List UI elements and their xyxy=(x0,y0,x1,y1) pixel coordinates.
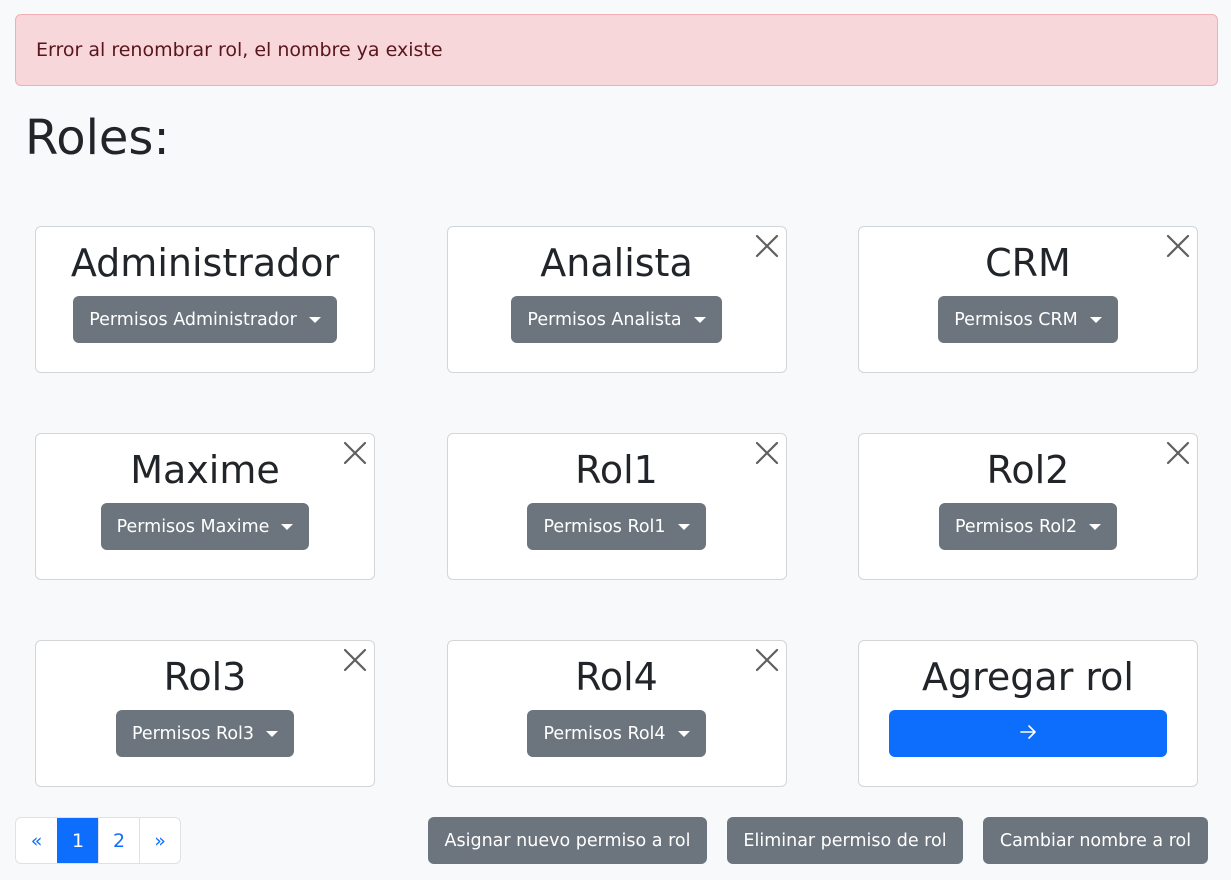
role-name: Rol3 xyxy=(163,655,247,699)
role-name: CRM xyxy=(985,241,1071,285)
permissions-dropdown-label: Permisos Maxime xyxy=(116,516,270,537)
add-role-card: Agregar rol xyxy=(858,640,1198,787)
caret-down-icon xyxy=(1089,316,1102,323)
rename-role-button[interactable]: Cambiar nombre a rol xyxy=(983,817,1208,864)
role-name: Administrador xyxy=(70,241,340,285)
close-icon[interactable] xyxy=(752,231,782,261)
permissions-dropdown-button[interactable]: Permisos Rol4 xyxy=(527,710,706,757)
permissions-dropdown-label: Permisos Rol4 xyxy=(543,723,666,744)
action-buttons: Asignar nuevo permiso a rol Eliminar per… xyxy=(0,817,1231,864)
permissions-dropdown-button[interactable]: Permisos Maxime xyxy=(100,503,310,550)
add-role-title: Agregar rol xyxy=(922,655,1134,699)
close-icon[interactable] xyxy=(340,438,370,468)
role-name: Analista xyxy=(540,241,693,285)
role-name: Maxime xyxy=(130,448,280,492)
error-alert-message: Error al renombrar rol, el nombre ya exi… xyxy=(36,39,443,61)
permissions-dropdown-button[interactable]: Permisos Rol3 xyxy=(115,710,295,757)
permissions-dropdown-label: Permisos CRM xyxy=(954,309,1078,330)
role-card-rol1: Rol1 Permisos Rol1 xyxy=(446,433,787,580)
role-card-crm: CRM Permisos CRM xyxy=(858,226,1198,373)
role-card-administrador: Administrador Permisos Administrador xyxy=(35,226,375,373)
role-name: Rol4 xyxy=(575,655,658,699)
role-card-maxime: Maxime Permisos Maxime xyxy=(35,433,375,580)
role-card-rol4: Rol4 Permisos Rol4 xyxy=(446,640,787,787)
permissions-dropdown-button[interactable]: Permisos Rol1 xyxy=(527,503,706,550)
arrow-right-icon xyxy=(1019,723,1037,744)
error-alert: Error al renombrar rol, el nombre ya exi… xyxy=(15,14,1218,86)
close-icon[interactable] xyxy=(340,645,370,675)
permissions-dropdown-button[interactable]: Permisos Administrador xyxy=(73,296,337,343)
permissions-dropdown-label: Permisos Administrador xyxy=(89,309,297,330)
caret-down-icon xyxy=(677,523,690,530)
close-icon[interactable] xyxy=(752,645,782,675)
role-card-analista: Analista Permisos Analista xyxy=(446,226,787,373)
permissions-dropdown-label: Permisos Analista xyxy=(527,309,682,330)
permissions-dropdown-button[interactable]: Permisos CRM xyxy=(938,296,1118,343)
caret-down-icon xyxy=(693,316,706,323)
permissions-dropdown-button[interactable]: Permisos Analista xyxy=(511,296,722,343)
caret-down-icon xyxy=(1089,523,1102,530)
caret-down-icon xyxy=(281,523,294,530)
close-icon[interactable] xyxy=(1163,231,1193,261)
roles-grid: Administrador Permisos Administrador Ana… xyxy=(35,226,1198,787)
add-role-button[interactable] xyxy=(889,710,1167,757)
permissions-dropdown-label: Permisos Rol2 xyxy=(954,516,1078,537)
role-card-rol2: Rol2 Permisos Rol2 xyxy=(858,433,1198,580)
close-icon[interactable] xyxy=(1163,438,1193,468)
close-icon[interactable] xyxy=(752,438,782,468)
caret-down-icon xyxy=(308,316,321,323)
permissions-dropdown-button[interactable]: Permisos Rol2 xyxy=(938,503,1118,550)
role-card-rol3: Rol3 Permisos Rol3 xyxy=(35,640,375,787)
role-name: Rol2 xyxy=(986,448,1070,492)
assign-permission-button[interactable]: Asignar nuevo permiso a rol xyxy=(428,817,707,864)
remove-permission-button[interactable]: Eliminar permiso de rol xyxy=(727,817,963,864)
page-title: Roles: xyxy=(25,110,170,166)
caret-down-icon xyxy=(266,730,279,737)
permissions-dropdown-label: Permisos Rol3 xyxy=(131,723,255,744)
role-name: Rol1 xyxy=(575,448,658,492)
permissions-dropdown-label: Permisos Rol1 xyxy=(543,516,666,537)
caret-down-icon xyxy=(677,730,690,737)
